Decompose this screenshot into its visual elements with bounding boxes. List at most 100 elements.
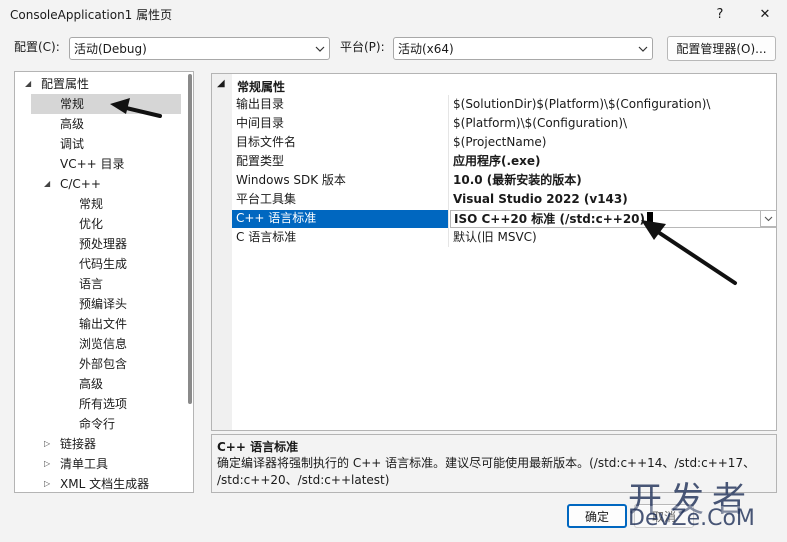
property-name: 平台工具集: [236, 192, 297, 206]
property-value-text: 应用程序(.exe): [453, 154, 541, 168]
tree-item[interactable]: 高级: [15, 114, 185, 134]
tree-item-label: C/C++: [60, 177, 101, 191]
column-divider[interactable]: [448, 171, 449, 190]
column-divider[interactable]: [448, 190, 449, 209]
description-title: C++ 语言标准: [217, 440, 299, 454]
tree-item[interactable]: 预编译头: [15, 294, 185, 314]
tree-item[interactable]: 所有选项: [15, 394, 185, 414]
tree-item[interactable]: 优化: [15, 214, 185, 234]
collapsed-triangle-icon[interactable]: ▷: [44, 454, 50, 474]
column-divider[interactable]: [448, 209, 449, 228]
tree-item-label: 配置属性: [41, 77, 90, 91]
property-row[interactable]: Windows SDK 版本 10.0 (最新安装的版本): [232, 171, 776, 190]
tree-item[interactable]: 代码生成: [15, 254, 185, 274]
tree-item-label: 所有选项: [79, 397, 128, 411]
config-value: 活动(Debug): [74, 42, 147, 56]
property-value: Visual Studio 2022 (v143): [450, 191, 776, 209]
tree-item[interactable]: 常规: [15, 194, 185, 214]
property-value-text: $(SolutionDir)$(Platform)\$(Configuratio…: [453, 97, 711, 111]
property-value: 默认(旧 MSVC): [450, 229, 776, 247]
property-name: 配置类型: [236, 154, 285, 168]
tree-item[interactable]: 语言: [15, 274, 185, 294]
tree-item[interactable]: ▷ 链接器: [15, 434, 185, 454]
column-divider[interactable]: [448, 152, 449, 171]
tree-item[interactable]: VC++ 目录: [15, 154, 185, 174]
tree-item[interactable]: 调试: [15, 134, 185, 154]
window-title: ConsoleApplication1 属性页: [10, 8, 173, 22]
platform-label: 平台(P):: [340, 40, 385, 54]
property-value-text: $(Platform)\$(Configuration)\: [453, 116, 628, 130]
property-value: $(Platform)\$(Configuration)\: [450, 115, 776, 133]
property-value: 10.0 (最新安装的版本): [450, 172, 776, 190]
tree-item-label: 高级: [79, 377, 104, 391]
expanded-triangle-icon[interactable]: ◢: [25, 74, 31, 94]
config-manager-button[interactable]: 配置管理器(O)...: [667, 36, 776, 61]
title-bar: ConsoleApplication1 属性页 ? ✕: [0, 0, 787, 28]
tree-item-label: 高级: [60, 117, 85, 131]
tree-item-label: 优化: [79, 217, 104, 231]
close-button[interactable]: ✕: [743, 0, 787, 28]
property-value-text: $(ProjectName): [453, 135, 547, 149]
property-row[interactable]: 平台工具集 Visual Studio 2022 (v143): [232, 190, 776, 209]
collapsed-triangle-icon[interactable]: ▷: [44, 474, 50, 492]
chevron-down-icon: [634, 38, 652, 59]
tree-scrollbar[interactable]: [188, 74, 192, 404]
property-value-text: ISO C++20 标准 (/std:c++20): [454, 212, 645, 226]
property-row[interactable]: 输出目录 $(SolutionDir)$(Platform)\$(Configur…: [232, 95, 776, 114]
property-row[interactable]: C++ 语言标准 ISO C++20 标准 (/std:c++20): [232, 209, 776, 228]
tree-item-label: 外部包含: [79, 357, 128, 371]
tree-item[interactable]: 命令行: [15, 414, 185, 434]
tree-item[interactable]: 常规: [31, 94, 181, 114]
tree-item-label: 预处理器: [79, 237, 128, 251]
chevron-down-icon: [764, 216, 773, 221]
config-dropdown[interactable]: 活动(Debug): [69, 37, 330, 60]
tree-item[interactable]: ▷ XML 文档生成器: [15, 474, 185, 492]
description-line-1: 确定编译器将强制执行的 C++ 语言标准。建议尽可能使用最新版本。(/std:c…: [217, 456, 756, 470]
tree-item[interactable]: 输出文件: [15, 314, 185, 334]
category-row[interactable]: ◢ 常规属性: [212, 76, 776, 96]
tree-item-label: 代码生成: [79, 257, 128, 271]
collapse-arrow-icon[interactable]: ◢: [217, 78, 225, 89]
tree-item-label: 命令行: [79, 417, 116, 431]
tree-item[interactable]: ▷ 清单工具: [15, 454, 185, 474]
column-divider[interactable]: [448, 95, 449, 114]
property-name: C 语言标准: [236, 230, 297, 244]
ok-button[interactable]: 确定: [567, 504, 627, 528]
tree-item-label: 浏览信息: [79, 337, 128, 351]
category-label: 常规属性: [237, 80, 286, 94]
help-button[interactable]: ?: [698, 0, 742, 28]
tree-item-label: 常规: [79, 197, 104, 211]
tree-item[interactable]: 浏览信息: [15, 334, 185, 354]
property-name: 输出目录: [236, 97, 285, 111]
value-dropdown-button[interactable]: [760, 210, 776, 227]
tree-item[interactable]: 外部包含: [15, 354, 185, 374]
property-name: Windows SDK 版本: [236, 173, 346, 187]
property-row[interactable]: 配置类型 应用程序(.exe): [232, 152, 776, 171]
tree-item-label: 调试: [60, 137, 85, 151]
property-row[interactable]: 中间目录 $(Platform)\$(Configuration)\: [232, 114, 776, 133]
expanded-triangle-icon[interactable]: ◢: [44, 174, 50, 194]
property-name: 目标文件名: [236, 135, 297, 149]
tree-item[interactable]: 高级: [15, 374, 185, 394]
collapsed-triangle-icon[interactable]: ▷: [44, 434, 50, 454]
property-value: $(ProjectName): [450, 134, 776, 152]
tree-item[interactable]: ◢ 配置属性: [15, 74, 185, 94]
tree-item-label: VC++ 目录: [60, 157, 125, 171]
property-value: 应用程序(.exe): [450, 153, 776, 171]
property-row[interactable]: C 语言标准 默认(旧 MSVC): [232, 228, 776, 247]
grid-gutter: [212, 74, 232, 430]
watermark-domain: DevZe.CoM: [628, 506, 755, 531]
platform-dropdown[interactable]: 活动(x64): [393, 37, 653, 60]
chevron-down-icon: [311, 38, 329, 59]
column-divider[interactable]: [448, 228, 449, 247]
tree-item-label: 链接器: [60, 437, 97, 451]
property-value-editor[interactable]: ISO C++20 标准 (/std:c++20): [450, 210, 776, 228]
property-value-text: 默认(旧 MSVC): [453, 230, 537, 244]
column-divider[interactable]: [448, 114, 449, 133]
tree-item-label: 语言: [79, 277, 104, 291]
tree-item[interactable]: ◢ C/C++: [15, 174, 185, 194]
tree-item[interactable]: 预处理器: [15, 234, 185, 254]
column-divider[interactable]: [448, 133, 449, 152]
property-row[interactable]: 目标文件名 $(ProjectName): [232, 133, 776, 152]
property-name: 中间目录: [236, 116, 285, 130]
